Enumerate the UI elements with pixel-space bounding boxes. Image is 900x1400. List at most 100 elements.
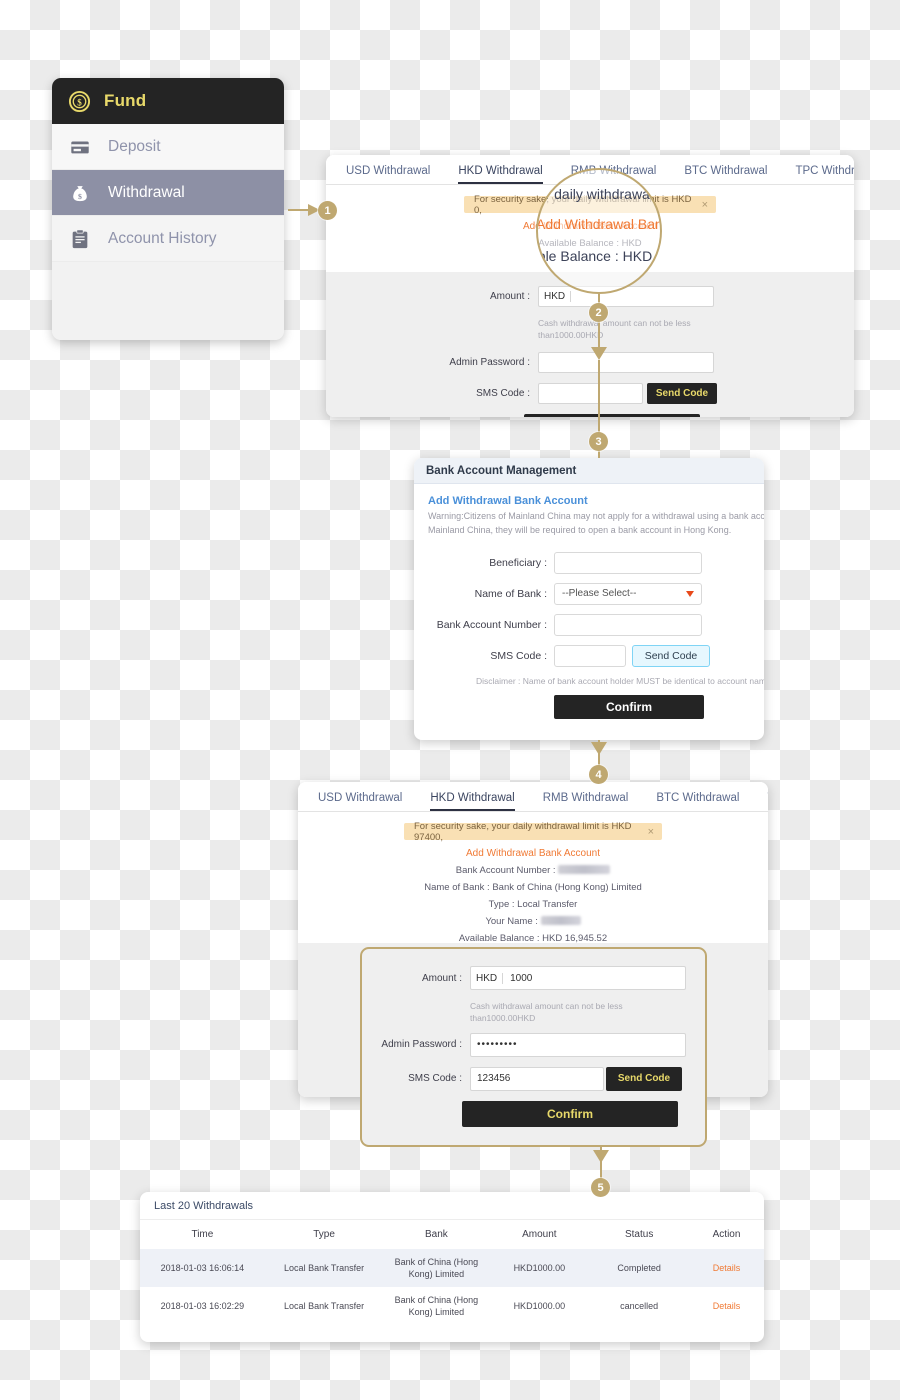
tab-btc-withdrawal[interactable]: BTC Withdrawal bbox=[684, 165, 767, 184]
amount-input[interactable]: HKD bbox=[538, 286, 714, 307]
sms-code-input[interactable] bbox=[538, 382, 643, 404]
admin-password-input[interactable] bbox=[538, 351, 714, 373]
table-row: 2018-01-03 16:06:14 Local Bank Transfer … bbox=[140, 1249, 764, 1288]
bank-account-number-row: Bank Account Number : bbox=[414, 613, 764, 636]
fund-sidebar: $ Fund Deposit $ Withdrawal Account Hist… bbox=[52, 78, 284, 340]
security-notice-text: For security sake, your daily withdrawal… bbox=[414, 820, 632, 843]
cell-amount: HKD1000.00 bbox=[489, 1249, 590, 1288]
sidebar-item-deposit[interactable]: Deposit bbox=[52, 124, 284, 170]
last-withdrawals-panel: Last 20 Withdrawals Time Type Bank Amoun… bbox=[140, 1192, 764, 1342]
confirm-button[interactable]: Confirm bbox=[524, 413, 700, 417]
your-name-label: Your Name : bbox=[485, 916, 538, 927]
sms-code-input[interactable]: 123456 bbox=[470, 1066, 604, 1091]
name-of-bank-info: Name of Bank : Bank of China (Hong Kong)… bbox=[424, 882, 642, 893]
confirm-row: Confirm bbox=[362, 1100, 705, 1127]
redacted-account-number bbox=[558, 865, 611, 874]
amount-label: Amount : bbox=[489, 291, 530, 302]
sms-code-row: SMS Code : Send Code bbox=[414, 644, 764, 667]
amount-currency-prefix: HKD bbox=[471, 972, 504, 984]
close-icon[interactable]: × bbox=[648, 826, 654, 838]
tab-btc-withdrawal[interactable]: BTC Withdrawal bbox=[656, 792, 739, 811]
sms-code-row: SMS Code : 123456 Send Code bbox=[362, 1066, 705, 1091]
amount-value: 1000 bbox=[510, 972, 533, 984]
amount-hint: Cash withdrawal amount can not be less t… bbox=[470, 1001, 623, 1024]
cell-type: Local Bank Transfer bbox=[264, 1249, 384, 1288]
magnifier-line-3: able Balance : HKD bbox=[536, 248, 653, 264]
confirm-row: Confirm bbox=[326, 413, 854, 417]
table-header-row: Time Type Bank Amount Status Action bbox=[140, 1220, 764, 1249]
sidebar-item-withdrawal[interactable]: $ Withdrawal bbox=[52, 170, 284, 216]
connector-line-1 bbox=[288, 209, 310, 211]
name-of-bank-value: --Please Select-- bbox=[562, 588, 637, 600]
bank-account-number-info: Bank Account Number : bbox=[298, 865, 768, 876]
tab-tpc-withdrawal[interactable]: TPC Withdrawal bbox=[795, 165, 854, 184]
confirm-button[interactable]: Confirm bbox=[554, 694, 704, 719]
highlighted-withdrawal-form: Amount : HKD 1000 Cash withdrawal amount… bbox=[360, 947, 707, 1147]
bank-account-number-label: Bank Account Number : bbox=[436, 618, 547, 631]
column-header-amount: Amount bbox=[522, 1229, 557, 1240]
admin-password-row: Admin Password : ••••••••• bbox=[362, 1032, 705, 1057]
sms-code-input[interactable] bbox=[554, 644, 626, 667]
sms-code-label: SMS Code : bbox=[490, 649, 547, 662]
step-badge-2: 2 bbox=[589, 303, 608, 322]
amount-hint-row: Cash withdrawal amount can not be less t… bbox=[326, 317, 854, 342]
admin-password-label: Admin Password : bbox=[381, 1039, 462, 1051]
add-withdrawal-bank-account-link[interactable]: Add Withdrawal Bank Account bbox=[298, 848, 768, 859]
tab-usd-withdrawal[interactable]: USD Withdrawal bbox=[346, 165, 430, 184]
flow-diagram: $ Fund Deposit $ Withdrawal Account Hist… bbox=[0, 0, 900, 1400]
account-holder-disclaimer: Disclaimer : Name of bank account holder… bbox=[476, 675, 764, 686]
panel3-body: For security sake, your daily withdrawal… bbox=[298, 820, 768, 944]
sidebar-item-label: Account History bbox=[108, 229, 217, 247]
amount-row: Amount : HKD 1000 bbox=[362, 966, 705, 990]
withdrawals-table: Time Type Bank Amount Status Action 2018… bbox=[140, 1220, 764, 1326]
details-link[interactable]: Details bbox=[689, 1249, 764, 1288]
add-withdrawal-bank-account-heading[interactable]: Add Withdrawal Bank Account bbox=[428, 495, 764, 507]
connector-arrow-4 bbox=[591, 742, 607, 755]
tab-tpc-withdrawal[interactable]: TPC Withdrawal bbox=[767, 792, 768, 811]
your-name-info: Your Name : bbox=[298, 916, 768, 927]
cell-type: Local Bank Transfer bbox=[284, 1301, 365, 1312]
details-link[interactable]: Details bbox=[689, 1287, 764, 1325]
send-code-button[interactable]: Send Code bbox=[632, 644, 710, 667]
confirm-button[interactable]: Confirm bbox=[462, 1100, 678, 1127]
sidebar-item-account-history[interactable]: Account History bbox=[52, 216, 284, 262]
available-balance-info: Available Balance : HKD 16,945.52 bbox=[458, 933, 608, 944]
cell-time: 2018-01-03 16:02:29 bbox=[160, 1301, 245, 1312]
connector-arrow-2 bbox=[591, 347, 607, 360]
cell-bank: Bank of China (Hong Kong) Limited bbox=[394, 1295, 479, 1318]
name-of-bank-select[interactable]: --Please Select-- bbox=[554, 582, 702, 605]
sidebar-empty-area bbox=[52, 262, 284, 340]
sidebar-header: $ Fund bbox=[52, 78, 284, 124]
tab-hkd-withdrawal[interactable]: HKD Withdrawal bbox=[458, 165, 543, 184]
redacted-your-name bbox=[540, 916, 581, 925]
amount-currency-prefix: HKD bbox=[539, 291, 572, 302]
close-icon[interactable]: × bbox=[702, 199, 708, 211]
bank-account-number-input[interactable] bbox=[554, 613, 702, 636]
column-header-status: Status bbox=[624, 1229, 654, 1240]
tab-hkd-withdrawal[interactable]: HKD Withdrawal bbox=[430, 792, 515, 811]
send-code-button[interactable]: Send Code bbox=[647, 382, 717, 404]
bank-account-number-label: Bank Account Number : bbox=[455, 865, 556, 876]
magnifier-lens: our daily withdrawa Add Withdrawal Bank … bbox=[536, 168, 662, 294]
admin-password-row: Admin Password : bbox=[326, 351, 854, 373]
cell-status: Completed bbox=[589, 1249, 690, 1288]
security-notice-banner: For security sake, your daily withdrawal… bbox=[404, 820, 662, 843]
sms-code-label: SMS Code : bbox=[408, 1073, 462, 1085]
tab-rmb-withdrawal[interactable]: RMB Withdrawal bbox=[543, 792, 629, 811]
admin-password-label: Admin Password : bbox=[449, 356, 530, 368]
credit-card-icon bbox=[71, 141, 89, 153]
send-code-button[interactable]: Send Code bbox=[606, 1066, 682, 1091]
chevron-down-icon bbox=[686, 590, 694, 597]
column-header-action: Action bbox=[712, 1229, 741, 1240]
amount-input[interactable]: HKD 1000 bbox=[470, 966, 686, 990]
dollar-coin-icon: $ bbox=[68, 90, 91, 112]
step-badge-1: 1 bbox=[318, 201, 337, 220]
admin-password-input[interactable]: ••••••••• bbox=[470, 1032, 686, 1057]
cell-status: cancelled bbox=[620, 1301, 659, 1312]
transfer-type-info: Type : Local Transfer bbox=[488, 899, 578, 910]
tab-usd-withdrawal[interactable]: USD Withdrawal bbox=[318, 792, 402, 811]
name-of-bank-label: Name of Bank : bbox=[474, 587, 547, 600]
beneficiary-input[interactable] bbox=[554, 551, 702, 574]
sidebar-title: Fund bbox=[104, 91, 147, 110]
svg-text:$: $ bbox=[77, 97, 82, 107]
